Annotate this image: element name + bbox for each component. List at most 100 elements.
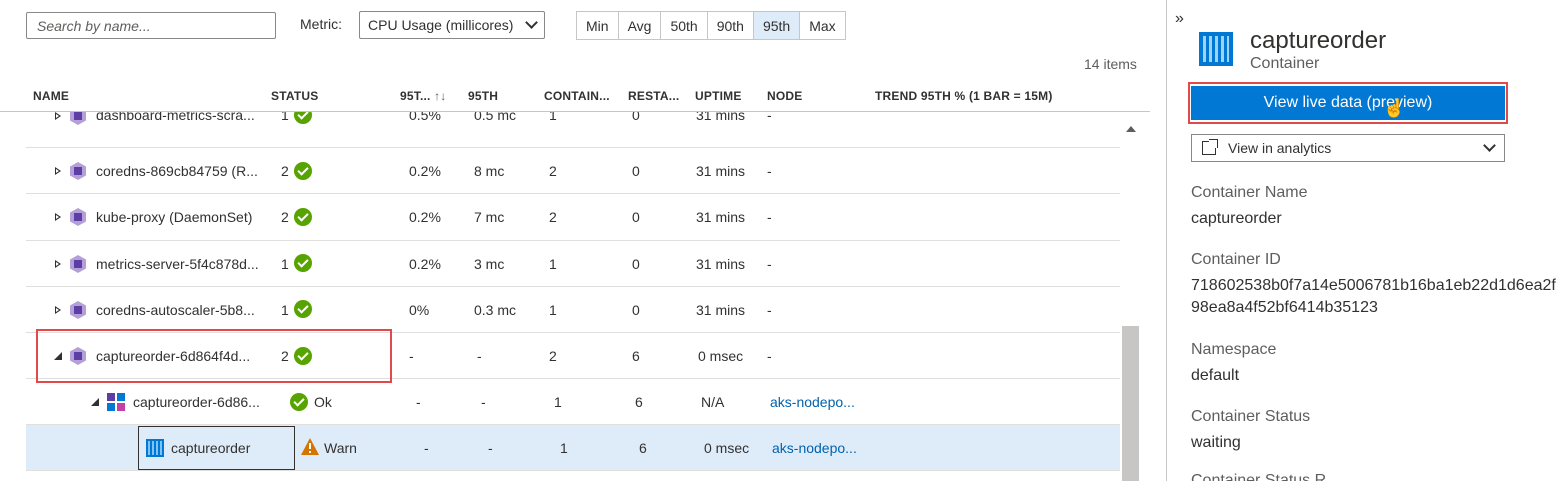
row-name: coredns-869cb84759 (R... — [96, 163, 258, 179]
column-header-restarts[interactable]: RESTA... — [628, 89, 679, 103]
column-header-containers[interactable]: CONTAIN... — [544, 89, 610, 103]
percentile-min-button[interactable]: Min — [577, 12, 619, 39]
table-row[interactable]: kube-proxy (DaemonSet) 2 0.2% 7 mc 2 0 3… — [26, 194, 1120, 241]
row-95th: 3 mc — [474, 256, 505, 272]
node-link[interactable]: aks-nodepo... — [770, 394, 855, 410]
ok-icon — [294, 162, 312, 180]
row-node: - — [767, 209, 772, 225]
table-row[interactable]: captureorder-6d86... Ok - - 1 6 N/A aks-… — [26, 379, 1120, 425]
table-row-selected[interactable]: captureorder Warn - - 1 6 0 msec aks-nod… — [26, 425, 1120, 471]
row-status-count: 1 — [281, 302, 289, 318]
ok-icon — [294, 112, 312, 124]
expand-icon[interactable] — [55, 213, 61, 221]
pod-icon — [70, 208, 86, 226]
metric-label: Metric: — [300, 16, 342, 32]
warning-icon — [301, 438, 319, 455]
field-value-container-status: waiting — [1191, 434, 1241, 451]
expand-icon[interactable] — [55, 112, 61, 120]
row-containers: 1 — [554, 394, 562, 410]
ok-icon — [294, 208, 312, 226]
row-95th-percent: 0.2% — [409, 256, 441, 272]
collapse-panel-icon[interactable]: » — [1175, 10, 1184, 28]
row-95th: - — [477, 348, 482, 364]
row-restarts: 0 — [632, 209, 640, 225]
expand-icon[interactable] — [55, 260, 61, 268]
row-status-count: 2 — [281, 163, 289, 179]
percentile-90th-button[interactable]: 90th — [708, 12, 754, 39]
view-live-data-button[interactable]: View live data (preview) — [1191, 86, 1505, 120]
row-status-count: 2 — [281, 209, 289, 225]
column-header-95th-percent[interactable]: 95T... ↑↓ — [400, 89, 447, 103]
ok-icon — [290, 393, 308, 411]
panel-title: captureorder — [1250, 27, 1387, 54]
column-header-95th[interactable]: 95TH — [468, 89, 498, 103]
percentile-95th-button[interactable]: 95th — [753, 12, 801, 39]
row-node: - — [767, 112, 772, 123]
row-node: - — [767, 302, 772, 318]
row-status: Ok — [314, 394, 332, 410]
row-containers: 1 — [549, 302, 557, 318]
column-header-node[interactable]: NODE — [767, 89, 802, 103]
expand-icon[interactable] — [55, 167, 61, 175]
grid-header: NAME STATUS 95T... ↑↓ 95TH CONTAIN... RE… — [0, 80, 1150, 112]
percentile-selector: Min Avg 50th 90th 95th Max — [576, 11, 846, 40]
view-in-analytics-dropdown[interactable]: View in analytics — [1191, 134, 1505, 162]
ok-icon — [294, 300, 312, 318]
scroll-up-icon[interactable] — [1126, 126, 1136, 132]
expand-icon[interactable] — [55, 306, 61, 314]
node-link[interactable]: aks-nodepo... — [772, 440, 857, 456]
row-status-count: 1 — [281, 112, 289, 123]
row-uptime: 31 mins — [696, 112, 746, 123]
row-containers: 2 — [549, 163, 557, 179]
row-uptime: 0 msec — [698, 348, 744, 364]
row-containers: 2 — [549, 209, 557, 225]
row-containers: 1 — [560, 440, 568, 456]
row-containers: 1 — [549, 112, 557, 123]
percentile-50th-button[interactable]: 50th — [661, 12, 708, 39]
row-name: captureorder-6d86... — [133, 394, 260, 410]
search-input[interactable]: Search by name... — [26, 12, 276, 39]
panel-subtitle: Container — [1250, 55, 1320, 72]
percentile-avg-button[interactable]: Avg — [619, 12, 662, 39]
metric-dropdown[interactable]: CPU Usage (millicores) — [359, 11, 545, 39]
pod-icon — [70, 162, 86, 180]
row-status: Warn — [324, 440, 357, 456]
row-95th-percent: - — [416, 394, 421, 410]
analytics-label: View in analytics — [1228, 140, 1332, 156]
table-row[interactable]: coredns-869cb84759 (R... 2 0.2% 8 mc 2 0… — [26, 148, 1120, 194]
table-row[interactable]: metrics-server-5f4c878d... 1 0.2% 3 mc 1… — [26, 241, 1120, 287]
row-name: kube-proxy (DaemonSet) — [96, 209, 253, 225]
field-label-container-id: Container ID — [1191, 251, 1281, 268]
row-name: captureorder — [171, 440, 251, 456]
column-header-trend[interactable]: TREND 95TH % (1 BAR = 15M) — [875, 89, 1053, 103]
row-restarts: 0 — [632, 256, 640, 272]
row-uptime: N/A — [701, 394, 725, 410]
row-95th: - — [488, 440, 493, 456]
table-row[interactable]: coredns-autoscaler-5b8... 1 0% 0.3 mc 1 … — [26, 287, 1120, 333]
pod-icon — [70, 301, 86, 319]
column-header-95th-percent-label: 95T... — [400, 89, 431, 103]
row-node: - — [767, 256, 772, 272]
row-95th-percent: - — [424, 440, 429, 456]
collapse-icon[interactable] — [91, 398, 99, 406]
row-uptime: 31 mins — [696, 163, 746, 179]
scrollbar-thumb[interactable] — [1122, 326, 1139, 481]
hand-cursor-icon: ☝ — [1383, 98, 1406, 118]
container-icon — [146, 439, 164, 457]
row-restarts: 6 — [632, 348, 640, 364]
search-placeholder: Search by name... — [37, 17, 151, 34]
table-row[interactable]: dashboard-metrics-scra... 1 0.5% 0.5 mc … — [26, 112, 1120, 148]
pod-icon — [70, 112, 86, 125]
row-95th: 0.5 mc — [474, 112, 517, 123]
field-label-container-status-reason: Container Status R... — [1191, 472, 1340, 481]
column-header-name[interactable]: NAME — [33, 89, 69, 103]
field-label-namespace: Namespace — [1191, 341, 1277, 358]
percentile-max-button[interactable]: Max — [800, 12, 844, 39]
replicaset-icon — [107, 393, 125, 411]
column-header-status[interactable]: STATUS — [271, 89, 318, 103]
ok-icon — [294, 254, 312, 272]
item-count: 14 items — [1084, 56, 1137, 72]
field-value-container-id: 718602538b0f7a14e5006781b16ba1eb22d1d6ea… — [1191, 277, 1556, 316]
column-header-uptime[interactable]: UPTIME — [695, 89, 742, 103]
field-value-container-name: captureorder — [1191, 210, 1282, 227]
